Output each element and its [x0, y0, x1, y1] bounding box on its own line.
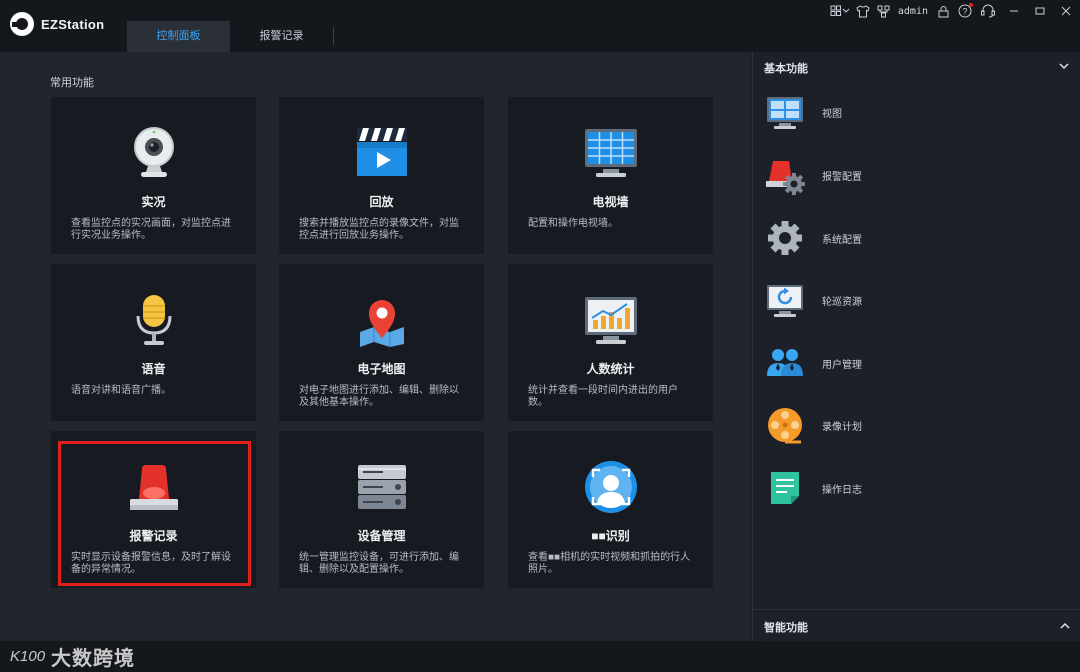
side-item-label: 用户管理: [822, 359, 862, 371]
map-pin-icon: [359, 300, 404, 347]
user-name[interactable]: admin: [894, 0, 932, 22]
microphone-icon: [136, 295, 171, 345]
chevron-up-icon[interactable]: [1059, 620, 1071, 632]
card-description: 配置和操作电视墙。: [528, 218, 618, 229]
tab-alarm-records[interactable]: 报警记录: [230, 21, 333, 52]
network-icon[interactable]: [874, 0, 894, 22]
card-description: 语音对讲和语音广播。: [71, 385, 171, 396]
notification-dot: [969, 3, 973, 7]
minimize-icon[interactable]: [1000, 0, 1028, 22]
basic-functions-panel: 基本功能 视图 报警配置 系统配置 轮巡资源 用户管理 录像计划 操作日志 智能…: [752, 52, 1080, 641]
app-logo: EZStation: [10, 12, 104, 36]
title-bar: EZStation 控制面板 报警记录 admin ?: [0, 0, 1080, 52]
face-recognition-icon: [584, 461, 637, 513]
card-tv-wall[interactable]: 电视墙 配置和操作电视墙。: [508, 97, 713, 254]
side-item-label: 轮巡资源: [822, 296, 862, 308]
shirt-icon[interactable]: [852, 0, 874, 22]
svg-text:?: ?: [962, 7, 967, 17]
chart-monitor-icon: [584, 297, 637, 344]
lock-icon[interactable]: [932, 0, 954, 22]
users-icon: [767, 349, 803, 376]
side-item-system-config[interactable]: 系统配置: [765, 216, 1065, 260]
app-name: EZStation: [41, 16, 105, 32]
film-reel-icon: [768, 408, 802, 444]
side-item-label: 视图: [822, 108, 842, 120]
card-face-recognition[interactable]: ■■识别 查看■■相机的实时视频和抓拍的行人照片。: [508, 431, 713, 588]
card-description: 对电子地图进行添加、编辑、删除以及其他基本操作。: [299, 385, 459, 408]
card-title: 电子地图: [357, 362, 406, 376]
card-description: 查看监控点的实况画面，对监控点进行实况业务操作。: [71, 218, 231, 241]
panel-footer-title: 智能功能: [764, 622, 808, 634]
side-item-record-plan[interactable]: 录像计划: [765, 403, 1065, 447]
side-item-label: 操作日志: [822, 484, 862, 496]
card-title: 电视墙: [592, 195, 629, 209]
card-description: 统计并查看一段时间内进出的用户数。: [528, 385, 678, 408]
server-icon: [357, 465, 406, 509]
card-people-counting[interactable]: 人数统计 统计并查看一段时间内进出的用户数。: [508, 264, 713, 421]
gear-icon: [768, 221, 802, 255]
status-bar: K100 大数跨境: [0, 641, 1080, 672]
alarm-config-icon: [766, 161, 805, 195]
card-voice[interactable]: 语音 语音对讲和语音广播。: [51, 264, 256, 421]
patrol-monitor-icon: [767, 285, 803, 317]
watermark: K100 大数跨境: [10, 641, 135, 672]
maximize-icon[interactable]: [1028, 0, 1052, 22]
side-item-label: 系统配置: [822, 234, 862, 246]
clapper-icon: [356, 128, 407, 176]
side-item-view[interactable]: 视图: [765, 90, 1065, 134]
titlebar-controls: admin ?: [828, 0, 1080, 22]
card-title: 人数统计: [586, 362, 635, 376]
card-device-management[interactable]: 设备管理 统一管理监控设备，可进行添加、编辑、删除以及配置操作。: [279, 431, 484, 588]
card-description: 统一管理监控设备，可进行添加、编辑、删除以及配置操作。: [299, 552, 459, 575]
watermark-logo: K100: [10, 648, 46, 665]
tab-divider: [333, 27, 334, 45]
card-live-view[interactable]: 实况 查看监控点的实况画面，对监控点进行实况业务操作。: [51, 97, 256, 254]
control-panel: 常用功能 实况 查看监控点的实况画面，对监控点进行实况业务操作。 回放 搜索并播…: [0, 52, 751, 641]
log-document-icon: [771, 472, 799, 504]
section-title: 常用功能: [50, 77, 94, 89]
support-icon[interactable]: [976, 0, 1000, 22]
view-monitor-icon: [767, 97, 803, 129]
card-title: 语音: [141, 362, 166, 376]
chevron-down-icon[interactable]: [1058, 60, 1070, 72]
card-title: ■■识别: [591, 529, 630, 543]
side-item-patrol[interactable]: 轮巡资源: [765, 278, 1065, 322]
card-description: 查看■■相机的实时视频和抓拍的行人照片。: [528, 552, 691, 575]
side-item-user-management[interactable]: 用户管理: [765, 341, 1065, 385]
highlight-box: [58, 441, 251, 586]
card-description: 搜索并播放监控点的录像文件，对监控点进行回放业务操作。: [299, 218, 459, 241]
card-e-map[interactable]: 电子地图 对电子地图进行添加、编辑、删除以及其他基本操作。: [279, 264, 484, 421]
card-playback[interactable]: 回放 搜索并播放监控点的录像文件，对监控点进行回放业务操作。: [279, 97, 484, 254]
card-title: 回放: [369, 195, 394, 209]
panel-header: 基本功能: [764, 63, 808, 75]
card-title: 设备管理: [357, 529, 406, 543]
tv-wall-icon: [584, 129, 637, 177]
watermark-text: 大数跨境: [51, 648, 136, 670]
webcam-icon: [133, 127, 174, 177]
side-item-alarm-config[interactable]: 报警配置: [765, 153, 1065, 197]
help-icon[interactable]: ?: [954, 0, 976, 22]
card-title: 实况: [141, 195, 166, 209]
side-item-label: 报警配置: [822, 171, 862, 183]
side-item-label: 录像计划: [822, 421, 862, 433]
smart-functions-section[interactable]: 智能功能: [753, 609, 1080, 641]
tab-control-panel[interactable]: 控制面板: [127, 21, 230, 52]
ezstation-logo-icon: [10, 12, 34, 36]
side-item-operation-log[interactable]: 操作日志: [765, 466, 1065, 510]
layout-icon[interactable]: [828, 0, 852, 22]
close-icon[interactable]: [1052, 0, 1080, 22]
